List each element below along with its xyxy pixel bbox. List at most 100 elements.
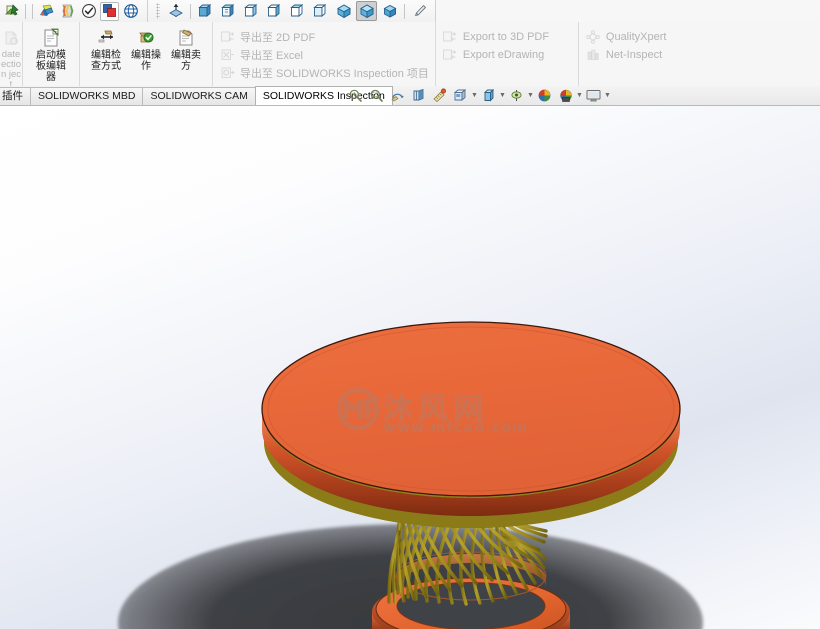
table-top: [261, 321, 681, 528]
toolbar-separator: [404, 3, 405, 19]
ribbon-group-export-en: Export to 3D PDF Export eDrawing: [434, 22, 578, 86]
edit-vendor-label: 编辑卖方: [171, 50, 201, 72]
ribbon-tab-strip: 插件 SOLIDWORKS MBD SOLIDWORKS CAM SOLIDWO…: [0, 86, 820, 106]
edit-vendor-button[interactable]: 编辑卖方: [166, 24, 206, 82]
toolbar-empty-area: [435, 0, 820, 22]
quick-access-left-icons: [0, 0, 141, 22]
edit-vendor-icon: [175, 27, 197, 49]
colors-palette-icon[interactable]: [58, 2, 77, 21]
export-edrawing-item[interactable]: Export eDrawing: [442, 46, 572, 64]
export-inspection-project-item[interactable]: 导出至 SOLIDWORKS Inspection 项目: [219, 64, 429, 82]
tab-addins[interactable]: 插件: [0, 87, 31, 105]
ribbon-group-edit: 编辑检查方式 编辑操作 编辑卖方: [79, 22, 212, 86]
update-project-icon: [0, 27, 22, 49]
export-edrawing-label: Export eDrawing: [462, 49, 545, 61]
options-icon[interactable]: [37, 2, 56, 21]
edit-operation-icon: [135, 27, 157, 49]
toolbar-grip[interactable]: [156, 3, 160, 19]
update-inspection-project-button[interactable]: date ection ject: [0, 24, 22, 90]
view-front-icon[interactable]: [195, 1, 216, 21]
export-pdf-icon: [219, 30, 235, 45]
apply-scene-icon[interactable]: [556, 87, 575, 104]
view-right-icon[interactable]: [264, 1, 285, 21]
section-view-icon[interactable]: [409, 87, 428, 104]
export-3d-pdf-label: Export to 3D PDF: [462, 31, 550, 43]
zoom-to-fit-icon[interactable]: [346, 87, 365, 104]
view-orientation-icon[interactable]: [165, 1, 186, 21]
round-table-assembly[interactable]: [0, 106, 820, 629]
export-inspection-icon: [219, 66, 235, 81]
tab-solidworks-mbd[interactable]: SOLIDWORKS MBD: [30, 87, 144, 105]
export-3d-pdf-item[interactable]: Export to 3D PDF: [442, 28, 572, 46]
view-trimetric-icon[interactable]: [356, 1, 377, 21]
quick-access-toolbar: [0, 0, 820, 23]
net-inspect-icon: [585, 48, 601, 63]
ribbon-group-update: date ection ject: [0, 22, 22, 90]
export-excel-label: 导出至 Excel: [240, 50, 303, 62]
hide-show-items-icon[interactable]: [507, 87, 526, 104]
net-inspect-item[interactable]: Net-Inspect: [585, 46, 695, 64]
chevron-down-icon[interactable]: ▼: [471, 87, 478, 104]
edit-inspection-method-label: 编辑检查方式: [91, 50, 121, 72]
export-en-list: Export to 3D PDF Export eDrawing: [436, 24, 578, 64]
toolbar-separator: [32, 3, 33, 19]
tab-solidworks-cam-label: SOLIDWORKS CAM: [150, 90, 248, 102]
view-orientation-icon[interactable]: [451, 87, 470, 104]
display-style-icon[interactable]: [479, 87, 498, 104]
edit-method-icon: [95, 27, 117, 49]
view-dimetric-icon[interactable]: [379, 1, 400, 21]
edit-operation-button[interactable]: 编辑操作: [126, 24, 166, 82]
export-2d-pdf-label: 导出至 2D PDF: [240, 32, 316, 44]
solidworks-window: date ection ject 启动模板编辑器 编辑检查方式 编辑操作 编辑卖…: [0, 0, 820, 629]
launch-template-editor-button[interactable]: 启动模板编辑器: [31, 24, 71, 83]
measure-icon[interactable]: [430, 87, 449, 104]
export-excel-icon: [219, 48, 235, 63]
view-normal-to-icon[interactable]: [409, 1, 430, 21]
rotate-view-icon[interactable]: [388, 87, 407, 104]
partners-list: QualityXpert Net-Inspect: [579, 24, 701, 64]
tab-solidworks-cam[interactable]: SOLIDWORKS CAM: [142, 87, 256, 105]
zoom-to-area-icon[interactable]: [367, 87, 386, 104]
ribbon-group-partners: QualityXpert Net-Inspect: [577, 22, 701, 86]
export-cn-list: 导出至 2D PDF 导出至 Excel 导出至 SOLIDWORKS Insp…: [213, 24, 435, 82]
net-inspect-label: Net-Inspect: [605, 49, 663, 61]
check-icon[interactable]: [79, 2, 98, 21]
export-edrawing-icon: [442, 48, 458, 63]
view-left-icon[interactable]: [241, 1, 262, 21]
edit-operation-label: 编辑操作: [131, 50, 161, 72]
view-top-icon[interactable]: [287, 1, 308, 21]
qualityxpert-label: QualityXpert: [605, 31, 667, 43]
edit-inspection-method-button[interactable]: 编辑检查方式: [86, 24, 126, 82]
export-inspection-project-label: 导出至 SOLIDWORKS Inspection 项目: [240, 68, 429, 80]
launch-template-editor-label: 启动模板编辑器: [36, 50, 66, 83]
chevron-down-icon[interactable]: ▼: [576, 87, 583, 104]
ribbon-group-export-cn: 导出至 2D PDF 导出至 Excel 导出至 SOLIDWORKS Insp…: [212, 22, 435, 86]
ribbon-panel: date ection ject 启动模板编辑器 编辑检查方式 编辑操作 编辑卖…: [0, 22, 820, 90]
chevron-down-icon[interactable]: ▼: [604, 87, 611, 104]
tab-addins-label: 插件: [2, 90, 23, 102]
export-2d-pdf-item[interactable]: 导出至 2D PDF: [219, 28, 429, 46]
qualityxpert-icon: [585, 30, 601, 45]
appearances-icon[interactable]: [535, 87, 554, 104]
export-3dpdf-icon: [442, 30, 458, 45]
update-button-label: date ection ject: [0, 49, 22, 90]
appearance-swatch-icon[interactable]: [100, 1, 119, 21]
view-back-icon[interactable]: [218, 1, 239, 21]
qualityxpert-item[interactable]: QualityXpert: [585, 28, 695, 46]
tab-solidworks-mbd-label: SOLIDWORKS MBD: [38, 90, 136, 102]
rebuild-icon[interactable]: [2, 2, 21, 21]
template-editor-icon: [40, 27, 62, 49]
ribbon-group-template: 启动模板编辑器: [22, 22, 79, 86]
chevron-down-icon[interactable]: ▼: [499, 87, 506, 104]
graphics-area[interactable]: 沐风网 www.mfcad.com: [0, 106, 820, 629]
toolbar-separator: [190, 3, 191, 19]
view-bottom-icon[interactable]: [310, 1, 331, 21]
toolbar-separator: [25, 3, 26, 19]
chevron-down-icon[interactable]: ▼: [527, 87, 534, 104]
view-isometric-icon[interactable]: [333, 1, 354, 21]
export-excel-item[interactable]: 导出至 Excel: [219, 46, 429, 64]
globe-icon[interactable]: [121, 2, 140, 21]
view-settings-icon[interactable]: [584, 87, 603, 104]
view-tools-toolbar: ▼ ▼ ▼ ▼ ▼: [345, 86, 611, 105]
view-orientation-toolbar: [147, 0, 431, 22]
